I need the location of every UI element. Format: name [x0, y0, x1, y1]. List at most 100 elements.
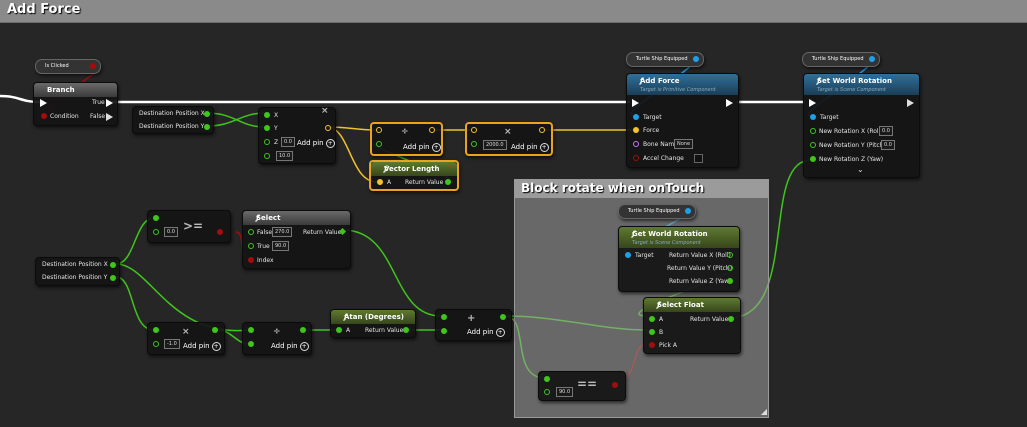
dest-x-pin[interactable] [204, 111, 210, 117]
extra-pin[interactable] [264, 153, 270, 159]
select-float-node[interactable]: ƒ Select Float A B Pick A Return Value [643, 297, 741, 354]
add-pin-button[interactable]: Add pin + [183, 342, 221, 351]
output-pin[interactable] [500, 314, 506, 320]
index-pin[interactable] [248, 257, 254, 263]
b-pin[interactable] [471, 141, 477, 147]
object-pin[interactable] [869, 56, 875, 62]
add-pin-button[interactable]: Add pin + [271, 342, 309, 351]
is-clicked-getter[interactable]: Is Clicked [35, 59, 101, 74]
greater-equal-node[interactable]: 0.0 >= [147, 210, 231, 243]
dest-x-pin[interactable] [110, 262, 116, 268]
a-pin[interactable] [649, 316, 655, 322]
a-pin[interactable] [544, 376, 550, 382]
false-pin[interactable] [248, 229, 254, 235]
bool-output-pin[interactable] [217, 229, 223, 235]
a-pin[interactable] [248, 327, 254, 333]
accel-change-checkbox[interactable] [694, 154, 703, 163]
true-pin[interactable] [248, 243, 254, 249]
dest-y-pin[interactable] [110, 275, 116, 281]
object-pin[interactable] [693, 56, 699, 62]
destination-getter-top[interactable]: Destination Position X Destination Posit… [132, 106, 214, 134]
select-node[interactable]: ƒ Select False 270.0 True 90.0 Index Retu… [242, 210, 351, 269]
divide-vector-node[interactable]: ÷ Add pin + [370, 122, 443, 156]
z-pin[interactable] [264, 139, 270, 145]
b-pin[interactable] [153, 229, 159, 235]
sub-comment-header[interactable]: Block rotate when onTouch [515, 180, 768, 198]
multiply-force-node[interactable]: 2000.0 × Add pin + [465, 122, 553, 156]
a-pin[interactable] [441, 314, 447, 320]
b-pin[interactable] [153, 341, 159, 347]
branch-node[interactable]: Branch True Condition False [33, 82, 118, 126]
false-value-field[interactable]: 270.0 [272, 227, 293, 237]
output-pin[interactable] [212, 327, 218, 333]
a-pin[interactable] [471, 127, 477, 133]
add-force-node[interactable]: ƒ Add Force Target is Primitive Component … [626, 73, 739, 168]
exec-input-pin[interactable] [809, 99, 816, 107]
atan-degrees-node[interactable]: ƒ Atan (Degrees) A Return Value [330, 309, 416, 338]
turtle-getter-3[interactable]: Turtle Ship Equipped [618, 204, 696, 219]
z-value-field[interactable]: 0.0 [281, 137, 295, 147]
add-pin-button[interactable]: Add pin + [511, 143, 549, 152]
resize-handle-icon[interactable]: ◢ [761, 407, 767, 416]
condition-pin[interactable] [41, 113, 47, 119]
comment-header[interactable]: Add Force [0, 0, 1027, 23]
add-pin-button[interactable]: Add pin + [403, 143, 441, 152]
graph-canvas[interactable]: Add Force Block rotate when onTouch ◢ Is… [0, 0, 1027, 427]
make-vector-node[interactable]: X Y Z 0.0 10.0 × Add pin + [258, 106, 336, 164]
get-world-rotation-node[interactable]: ƒ Get World Rotation Target is Scene Compo… [618, 226, 740, 292]
b-pin[interactable] [248, 341, 254, 347]
bool-output-pin[interactable] [90, 63, 96, 69]
roll-field[interactable]: 0.0 [879, 126, 893, 136]
pitch-pin[interactable] [727, 265, 733, 271]
bone-name-field[interactable]: None [674, 139, 694, 149]
multiplier-field[interactable]: 2000.0 [483, 140, 507, 150]
pitch-pin[interactable] [810, 142, 816, 148]
yaw-pin[interactable] [810, 156, 816, 162]
exec-input-pin[interactable] [632, 99, 639, 107]
equal-node[interactable]: 90.0 == [538, 371, 626, 401]
false-exec-pin[interactable] [106, 113, 113, 121]
a-pin[interactable] [153, 215, 159, 221]
turtle-getter-2[interactable]: Turtle Ship Equipped [802, 52, 880, 67]
a-pin[interactable] [377, 179, 383, 185]
object-pin[interactable] [685, 208, 691, 214]
a-pin[interactable] [336, 327, 342, 333]
a-pin[interactable] [153, 327, 159, 333]
b-pin[interactable] [544, 389, 550, 395]
roll-pin[interactable] [810, 128, 816, 134]
set-world-rotation-node[interactable]: ƒ Set World Rotation Target is Scene Compo… [803, 73, 920, 178]
roll-pin[interactable] [727, 252, 733, 258]
b-pin[interactable] [441, 328, 447, 334]
y-pin[interactable] [264, 125, 270, 131]
equal-value-field[interactable]: 90.0 [556, 387, 574, 397]
add-pin-button[interactable]: Add pin + [467, 328, 505, 337]
x-pin[interactable] [264, 112, 270, 118]
chevron-down-icon[interactable]: ⌄ [857, 165, 864, 174]
true-value-field[interactable]: 90.0 [272, 241, 290, 251]
turtle-getter-1[interactable]: Turtle Ship Equipped [626, 52, 704, 67]
compare-value-field[interactable]: 0.0 [164, 227, 178, 237]
yaw-pin[interactable] [727, 278, 733, 284]
dest-y-pin[interactable] [204, 124, 210, 130]
add-float-node[interactable]: + Add pin + [435, 309, 512, 341]
exec-input-pin[interactable] [40, 99, 47, 107]
b-pin[interactable] [376, 141, 382, 147]
b-pin[interactable] [649, 329, 655, 335]
target-pin[interactable] [633, 114, 639, 120]
accel-change-pin[interactable] [633, 155, 639, 161]
vector-length-node[interactable]: ƒ Vector Length A Return Value [369, 160, 459, 191]
pick-a-pin[interactable] [649, 342, 655, 348]
bool-output-pin[interactable] [612, 382, 618, 388]
vector-output-pin[interactable] [325, 125, 331, 131]
return-pin[interactable] [445, 179, 451, 185]
pitch-field[interactable]: 0.0 [881, 140, 895, 150]
output-pin[interactable] [429, 127, 435, 133]
divide-float-node[interactable]: ÷ Add pin + [242, 322, 312, 355]
force-pin[interactable] [633, 127, 639, 133]
true-exec-pin[interactable] [106, 99, 113, 107]
output-pin[interactable] [539, 127, 545, 133]
return-pin[interactable] [403, 327, 409, 333]
exec-output-pin[interactable] [726, 99, 733, 107]
target-pin[interactable] [625, 252, 631, 258]
add-pin-button[interactable]: Add pin + [297, 139, 335, 148]
